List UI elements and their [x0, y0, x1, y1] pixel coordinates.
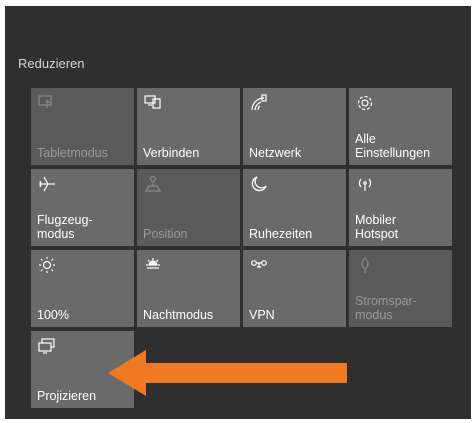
quick-actions-grid: Tabletmodus Verbinden Netzwerk Alle Eins…: [27, 88, 471, 420]
tile-connect[interactable]: Verbinden: [137, 88, 240, 165]
location-icon: [144, 175, 162, 193]
network-icon: [250, 94, 268, 112]
brightness-icon: [38, 256, 56, 274]
tile-label: 100%: [37, 308, 69, 322]
tile-mobile-hotspot[interactable]: Mobiler Hotspot: [349, 169, 452, 246]
tile-tablet-mode[interactable]: Tabletmodus: [31, 88, 134, 165]
tile-quiet-hours[interactable]: Ruhezeiten: [243, 169, 346, 246]
tile-label: VPN: [249, 308, 275, 322]
tile-location[interactable]: Position: [137, 169, 240, 246]
tile-airplane-mode[interactable]: Flugzeug- modus: [31, 169, 134, 246]
battery-saver-icon: [356, 256, 374, 274]
tile-label: Netzwerk: [249, 146, 302, 160]
tile-all-settings[interactable]: Alle Einstellungen: [349, 88, 452, 165]
tile-label: Flugzeug- modus: [37, 213, 93, 241]
tile-label: Position: [143, 227, 188, 241]
tile-label: Ruhezeiten: [249, 227, 313, 241]
night-light-icon: [144, 256, 162, 274]
hotspot-icon: [356, 175, 374, 193]
tile-battery-saver[interactable]: Stromspar- modus: [349, 250, 452, 327]
tile-label: Alle Einstellungen: [355, 132, 431, 160]
airplane-icon: [38, 175, 56, 193]
tile-vpn[interactable]: VPN: [243, 250, 346, 327]
tile-project[interactable]: Projizieren: [31, 331, 134, 408]
tile-label: Nachtmodus: [143, 308, 214, 322]
vpn-icon: [250, 256, 268, 274]
tile-brightness[interactable]: 100%: [31, 250, 134, 327]
tile-label: Projizieren: [37, 389, 97, 403]
connect-icon: [144, 94, 162, 112]
tile-label: Stromspar- modus: [355, 294, 417, 322]
tile-label: Verbinden: [143, 146, 200, 160]
tile-label: Mobiler Hotspot: [355, 213, 399, 241]
gear-icon: [356, 94, 374, 112]
tile-label: Tabletmodus: [37, 146, 108, 160]
tile-night-light[interactable]: Nachtmodus: [137, 250, 240, 327]
tile-network[interactable]: Netzwerk: [243, 88, 346, 165]
project-icon: [38, 337, 56, 355]
tablet-mode-icon: [38, 94, 56, 112]
collapse-link[interactable]: Reduzieren: [18, 56, 85, 72]
moon-icon: [250, 175, 268, 193]
